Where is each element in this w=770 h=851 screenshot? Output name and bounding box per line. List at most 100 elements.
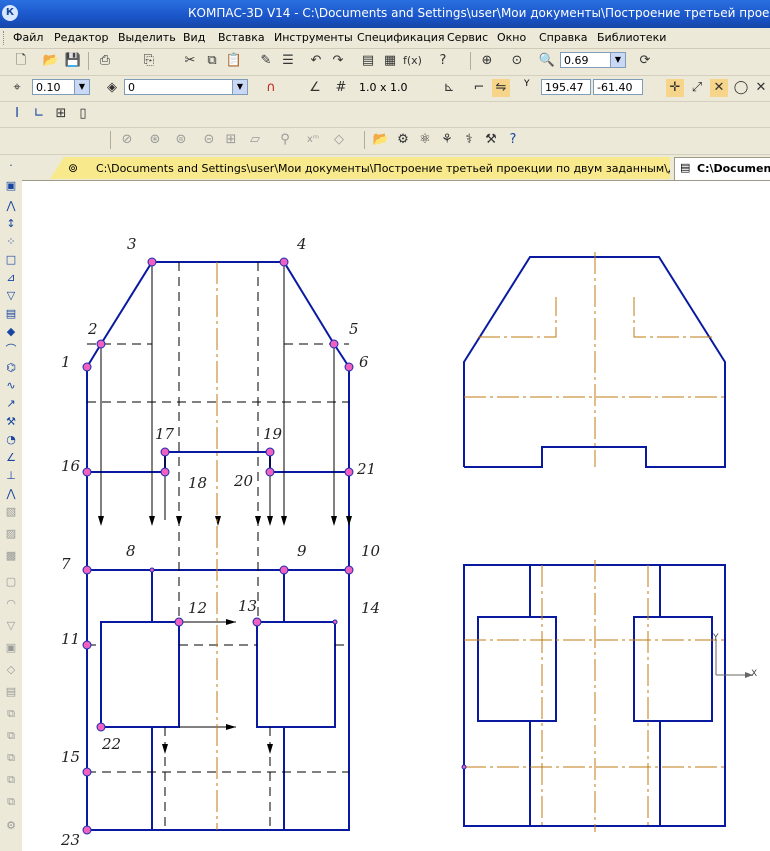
point-marker[interactable] xyxy=(279,565,289,575)
point-marker[interactable] xyxy=(329,339,339,349)
local-cs-icon[interactable]: ⌐ xyxy=(470,79,488,97)
gear2-icon[interactable]: ⚙ xyxy=(4,819,18,833)
lib-manager-icon[interactable]: ⚙ xyxy=(394,131,412,149)
point-marker[interactable] xyxy=(82,565,92,575)
snap-point-icon[interactable]: ✛ xyxy=(666,79,684,97)
refresh-icon[interactable]: ⟳ xyxy=(636,52,654,70)
cut-icon[interactable]: ✂ xyxy=(181,52,199,70)
copy4-icon[interactable]: ⧉ xyxy=(4,751,18,765)
coord-y-field[interactable]: -61.40 xyxy=(593,79,643,95)
line-width-input[interactable]: 0.10 ▼ xyxy=(32,79,90,95)
extrude3-icon[interactable]: ▩ xyxy=(4,549,18,563)
box-icon[interactable]: ▣ xyxy=(4,641,18,655)
point-marker[interactable] xyxy=(82,767,92,777)
copy5-icon[interactable]: ⧉ xyxy=(4,773,18,787)
point-marker[interactable] xyxy=(344,467,354,477)
point-marker[interactable] xyxy=(344,362,354,372)
point-marker[interactable] xyxy=(279,257,289,267)
diamond-icon[interactable]: ◆ xyxy=(4,325,18,339)
properties-icon[interactable]: ✎ xyxy=(257,52,275,70)
stack-icon[interactable]: ▤ xyxy=(4,685,18,699)
menu-window[interactable]: Окно xyxy=(497,31,526,44)
lib-tree-icon[interactable]: ⚘ xyxy=(438,131,456,149)
clip-icon[interactable]: ⌬ xyxy=(4,361,18,375)
extrude-icon[interactable]: ▧ xyxy=(4,505,18,519)
snap-nearest-icon[interactable]: ✕ xyxy=(710,79,728,97)
point-marker[interactable] xyxy=(461,764,467,770)
op7-icon[interactable]: ⚲ xyxy=(276,131,294,149)
arc-icon[interactable]: ◠ xyxy=(4,597,18,611)
op1-icon[interactable]: ⊘ xyxy=(118,131,136,149)
layer-select[interactable]: 0 ▼ xyxy=(124,79,248,95)
extrude2-icon[interactable]: ▨ xyxy=(4,527,18,541)
snap-tangent-icon[interactable]: ◯ xyxy=(732,79,750,97)
coord-x-field[interactable]: 195.47 xyxy=(541,79,591,95)
rect-icon[interactable]: □ xyxy=(4,253,18,267)
point-marker[interactable] xyxy=(265,447,275,457)
redo-icon[interactable]: ↷ xyxy=(329,52,347,70)
corner-icon[interactable]: ∟ xyxy=(30,105,48,123)
lib-open-icon[interactable]: 📂 xyxy=(372,131,390,149)
text-cursor-icon[interactable]: I xyxy=(8,105,26,123)
snap-icon[interactable]: ⌖ xyxy=(8,79,26,97)
menu-select[interactable]: Выделить xyxy=(118,31,176,44)
point-marker[interactable] xyxy=(149,567,155,573)
menu-service[interactable]: Сервис xyxy=(447,31,488,44)
arrow-icon[interactable]: ↗ xyxy=(4,397,18,411)
shapes-icon[interactable]: ◔ xyxy=(4,433,18,447)
copy-icon[interactable]: ⧉ xyxy=(203,52,221,70)
point-marker[interactable] xyxy=(82,825,92,835)
op2-icon[interactable]: ⊛ xyxy=(146,131,164,149)
point-marker[interactable] xyxy=(82,362,92,372)
chevron-down-icon[interactable]: ▼ xyxy=(610,53,625,67)
op3-icon[interactable]: ⊜ xyxy=(172,131,190,149)
drawing-canvas[interactable]: X Y 1 2 3 4 5 6 7 8 9 10 11 12 13 14 15 … xyxy=(22,181,770,851)
tab-detail-m3d[interactable]: ⊚ C:\Documents and Settings\user\Мои док… xyxy=(50,157,670,179)
ortho-icon[interactable]: ⊾ xyxy=(440,79,458,97)
chevron-down-icon[interactable]: ▼ xyxy=(232,80,247,94)
copy2-icon[interactable]: ⧉ xyxy=(4,707,18,721)
copy6-icon[interactable]: ⧉ xyxy=(4,795,18,809)
magnet-icon[interactable]: ∩ xyxy=(262,79,280,97)
op8-icon[interactable]: xᵐ xyxy=(304,131,322,149)
filter-icon[interactable]: ▽ xyxy=(4,289,18,303)
menu-insert[interactable]: Вставка xyxy=(218,31,265,44)
list-icon[interactable]: ☰ xyxy=(279,52,297,70)
point-marker[interactable] xyxy=(96,339,106,349)
point-marker[interactable] xyxy=(82,640,92,650)
snap-normal-icon[interactable]: ✕ xyxy=(752,79,770,97)
grid-dots-icon[interactable]: ⁘ xyxy=(4,235,18,249)
op6-icon[interactable]: ▱ xyxy=(246,131,264,149)
angle-icon[interactable]: ∠ xyxy=(4,451,18,465)
menu-edit[interactable]: Редактор xyxy=(54,31,109,44)
point-marker[interactable] xyxy=(265,467,275,477)
menu-libraries[interactable]: Библиотеки xyxy=(597,31,666,44)
tools-icon[interactable]: ⚒ xyxy=(482,131,500,149)
library-icon[interactable]: ▦ xyxy=(381,52,399,70)
help-pointer-icon[interactable]: ? xyxy=(434,52,452,70)
snap-intersection-icon[interactable]: ⤢ xyxy=(688,79,706,97)
zoom-window-icon[interactable]: ⊕ xyxy=(478,52,496,70)
sketch2-icon[interactable]: ⋀ xyxy=(4,487,18,501)
point-marker[interactable] xyxy=(82,467,92,477)
wave-icon[interactable]: ∿ xyxy=(4,379,18,393)
point-marker[interactable] xyxy=(332,619,338,625)
preview-icon[interactable]: ⎘ xyxy=(140,52,158,70)
menu-specification[interactable]: Спецификация xyxy=(357,31,444,44)
menu-file[interactable]: Файл xyxy=(13,31,43,44)
point-marker[interactable] xyxy=(96,722,106,732)
op9-icon[interactable]: ◇ xyxy=(330,131,348,149)
help-icon[interactable]: ? xyxy=(504,131,522,149)
new-icon[interactable]: 🗋 xyxy=(12,52,30,70)
chevron-down-icon[interactable]: ▼ xyxy=(74,80,89,94)
op5-icon[interactable]: ⊞ xyxy=(222,131,240,149)
tab-drawing[interactable]: ▤ C:\Documents an xyxy=(674,157,770,181)
rect2-icon[interactable]: ▢ xyxy=(4,575,18,589)
point-marker[interactable] xyxy=(174,617,184,627)
point-marker[interactable] xyxy=(344,565,354,575)
paste-icon[interactable]: 📋 xyxy=(225,52,243,70)
layer-icon[interactable]: ◈ xyxy=(103,79,121,97)
grid-icon[interactable]: # xyxy=(332,79,350,97)
op4-icon[interactable]: ⊝ xyxy=(200,131,218,149)
menu-view[interactable]: Вид xyxy=(183,31,205,44)
